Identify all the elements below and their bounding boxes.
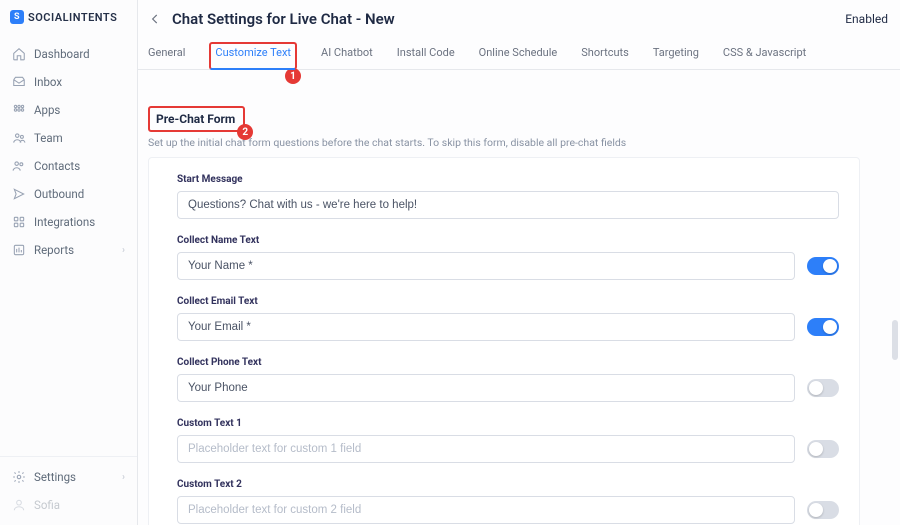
sidebar-bottom: Settings › Sofia	[0, 456, 137, 525]
collect-phone-toggle[interactable]	[807, 379, 839, 397]
field-custom-2: Custom Text 2	[177, 479, 839, 524]
custom-2-input[interactable]	[177, 496, 795, 524]
collect-name-input[interactable]	[177, 252, 795, 280]
sidebar-item-apps[interactable]: Apps	[0, 96, 137, 124]
page-title: Chat Settings for Live Chat - New	[172, 10, 395, 28]
field-start-message: Start Message	[177, 174, 839, 219]
custom-1-input[interactable]	[177, 435, 795, 463]
main: Chat Settings for Live Chat - New Enable…	[138, 0, 900, 525]
sidebar-nav: Dashboard Inbox Apps Team Contacts Outbo…	[0, 34, 137, 264]
tab-label: Customize Text	[215, 46, 291, 59]
collect-email-toggle[interactable]	[807, 318, 839, 336]
section-title: Pre-Chat Form	[150, 108, 243, 130]
inbox-icon	[12, 75, 26, 89]
sidebar-item-label: Contacts	[34, 159, 80, 173]
integrations-icon	[12, 215, 26, 229]
sidebar-item-user[interactable]: Sofia	[0, 491, 137, 519]
back-button[interactable]	[148, 12, 162, 26]
gear-icon	[12, 470, 26, 484]
sidebar-item-integrations[interactable]: Integrations	[0, 208, 137, 236]
sidebar-item-label: Apps	[34, 103, 60, 117]
sidebar-item-label: Dashboard	[34, 47, 90, 61]
sidebar-item-label: Team	[34, 131, 63, 145]
tab-ai-chatbot[interactable]: AI Chatbot	[321, 42, 373, 69]
team-icon	[12, 131, 26, 145]
user-icon	[12, 498, 26, 512]
field-collect-name: Collect Name Text	[177, 235, 839, 280]
start-message-input[interactable]	[177, 191, 839, 219]
field-collect-phone: Collect Phone Text	[177, 357, 839, 402]
field-label: Custom Text 1	[177, 418, 839, 429]
sidebar-item-settings[interactable]: Settings ›	[0, 463, 137, 491]
collect-name-toggle[interactable]	[807, 257, 839, 275]
custom-2-toggle[interactable]	[807, 501, 839, 519]
sidebar-item-inbox[interactable]: Inbox	[0, 68, 137, 96]
tab-online-schedule[interactable]: Online Schedule	[479, 42, 558, 69]
section-subtitle: Set up the initial chat form questions b…	[148, 136, 860, 149]
sidebar-item-outbound[interactable]: Outbound	[0, 180, 137, 208]
page-header: Chat Settings for Live Chat - New Enable…	[138, 0, 900, 34]
brand: S SOCIALINTENTS	[0, 8, 137, 34]
tab-customize-text[interactable]: Customize Text 1	[209, 42, 297, 70]
tab-css-js[interactable]: CSS & Javascript	[723, 42, 806, 69]
contacts-icon	[12, 159, 26, 173]
sidebar-item-label: Sofia	[34, 498, 60, 512]
tab-targeting[interactable]: Targeting	[653, 42, 699, 69]
content-scroll[interactable]: Pre-Chat Form 2 Set up the initial chat …	[138, 70, 900, 525]
tab-install-code[interactable]: Install Code	[397, 42, 455, 69]
sidebar-item-label: Integrations	[34, 215, 95, 229]
sidebar: S SOCIALINTENTS Dashboard Inbox Apps Tea…	[0, 0, 138, 525]
field-label: Collect Phone Text	[177, 357, 839, 368]
field-label: Start Message	[177, 174, 839, 185]
tabs: General Customize Text 1 AI Chatbot Inst…	[138, 34, 900, 70]
sidebar-item-reports[interactable]: Reports ›	[0, 236, 137, 264]
apps-icon	[12, 103, 26, 117]
sidebar-item-label: Inbox	[34, 75, 62, 89]
reports-icon	[12, 243, 26, 257]
sidebar-item-team[interactable]: Team	[0, 124, 137, 152]
annotation-badge-1: 1	[285, 68, 301, 84]
chevron-right-icon: ›	[122, 245, 125, 256]
chevron-right-icon: ›	[122, 472, 125, 483]
sidebar-item-contacts[interactable]: Contacts	[0, 152, 137, 180]
sidebar-item-label: Settings	[34, 470, 76, 484]
tab-general[interactable]: General	[148, 42, 185, 69]
outbound-icon	[12, 187, 26, 201]
field-label: Custom Text 2	[177, 479, 839, 490]
custom-1-toggle[interactable]	[807, 440, 839, 458]
field-collect-email: Collect Email Text	[177, 296, 839, 341]
field-custom-1: Custom Text 1	[177, 418, 839, 463]
status-enabled[interactable]: Enabled	[845, 12, 890, 26]
sidebar-item-label: Reports	[34, 243, 74, 257]
brand-name: SOCIALINTENTS	[28, 11, 117, 24]
home-icon	[12, 47, 26, 61]
sidebar-item-dashboard[interactable]: Dashboard	[0, 40, 137, 68]
field-label: Collect Name Text	[177, 235, 839, 246]
sidebar-item-label: Outbound	[34, 187, 84, 201]
section-title-box: Pre-Chat Form 2	[148, 106, 245, 132]
collect-phone-input[interactable]	[177, 374, 795, 402]
tab-shortcuts[interactable]: Shortcuts	[581, 42, 629, 69]
field-label: Collect Email Text	[177, 296, 839, 307]
collect-email-input[interactable]	[177, 313, 795, 341]
prechat-card: Start Message Collect Name Text Collect …	[148, 157, 860, 525]
brand-logo-icon: S	[10, 10, 24, 24]
